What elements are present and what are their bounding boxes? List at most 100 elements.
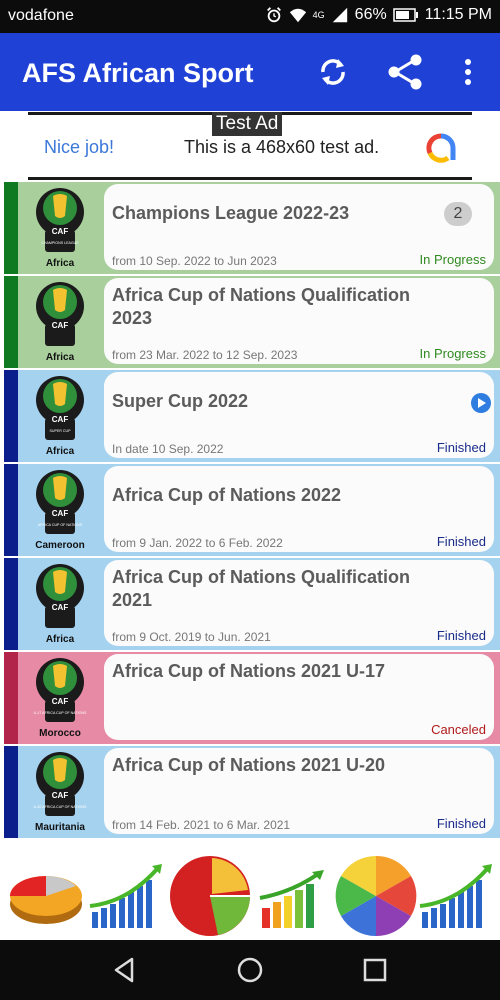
bar-arrow-icon[interactable]: [258, 870, 328, 930]
play-icon[interactable]: [470, 392, 492, 414]
competition-name: Super Cup 2022: [112, 391, 249, 411]
competition-status: In Progress: [419, 252, 486, 267]
competition-dates: from 10 Sep. 2022 to Jun 2023: [112, 254, 277, 268]
competition-logo: CAF CHAMPIONS LEAGUE: [22, 186, 98, 256]
competition-row[interactable]: CAF Africa Africa Cup of Nations Qualifica…: [4, 276, 500, 368]
competition-status: Finished: [436, 816, 486, 831]
competition-logo: CAF U-20 AFRICA CUP OF NATIONS: [22, 750, 98, 820]
ad-banner[interactable]: Test Ad Nice job! This is a 468x60 test …: [28, 112, 472, 180]
caf-trophy-icon: CAF: [36, 282, 84, 346]
logo-text: CAF: [52, 227, 69, 236]
caf-trophy-icon: CAF: [36, 564, 84, 628]
status-bar: vodafone 4G 66% 11:15 PM: [0, 0, 500, 33]
bottom-icon-strip: [0, 850, 500, 940]
share-icon: [388, 54, 422, 90]
competition-status: Finished: [436, 534, 486, 549]
status-stripe: [4, 746, 18, 838]
competition-row[interactable]: CAF U-20 AFRICA CUP OF NATIONS Mauritania A…: [4, 746, 500, 838]
host-country: Africa: [45, 446, 75, 457]
ad-headline: Nice job!: [44, 137, 115, 157]
logo-subtext: AFRICA CUP OF NATIONS: [38, 523, 83, 527]
competition-name: Champions League 2022-23: [112, 203, 350, 223]
host-country: Morocco: [39, 728, 81, 739]
status-stripe: [4, 652, 18, 744]
status-stripe: [4, 558, 18, 650]
competition-name: Africa Cup of Nations 2021 U-17: [112, 661, 386, 681]
competition-card[interactable]: Africa Cup of Nations Qualification 2023…: [104, 278, 494, 364]
growth-bars-icon[interactable]: [88, 862, 164, 930]
logo-text: CAF: [52, 603, 69, 612]
refresh-icon: [321, 59, 345, 85]
competition-card[interactable]: Champions League 2022-23 from 10 Sep. 202…: [104, 184, 494, 270]
competition-row[interactable]: CAF Africa Africa Cup of Nations Qualifica…: [4, 558, 500, 650]
logo-text: CAF: [52, 321, 69, 330]
logo-text: CAF: [52, 509, 69, 518]
caf-trophy-icon: CAF SUPER CUP: [36, 376, 84, 440]
competition-card[interactable]: Africa Cup of Nations Qualification 2021…: [104, 560, 494, 646]
competition-name: Africa Cup of Nations 2021 U-20: [112, 755, 386, 775]
competition-card[interactable]: Africa Cup of Nations 2021 U-20 from 14 F…: [104, 748, 494, 834]
back-icon[interactable]: [110, 955, 140, 985]
network-type-label: 4G: [312, 10, 325, 20]
ad-text: This is a 468x60 test ad.: [184, 137, 380, 157]
status-icons: 4G 66% 11:15 PM: [265, 6, 492, 24]
system-nav-bar: [0, 940, 500, 1000]
competition-logo: CAF SUPER CUP: [22, 374, 98, 444]
battery-percent: 66%: [354, 6, 387, 23]
matches-count-badge: 2: [444, 202, 472, 226]
refresh-button[interactable]: [312, 51, 354, 93]
caf-trophy-icon: CAF AFRICA CUP OF NATIONS: [36, 470, 84, 534]
competition-row[interactable]: CAF AFRICA CUP OF NATIONS Cameroon Africa C…: [4, 464, 500, 556]
logo-text: CAF: [52, 791, 69, 800]
host-country: Africa: [45, 352, 75, 363]
competition-name: Africa Cup of Nations 2022: [112, 485, 342, 505]
ad-logo-icon: [426, 133, 456, 163]
signal-icon: [332, 7, 347, 23]
logo-subtext: CHAMPIONS LEAGUE: [41, 241, 79, 245]
color-pie-icon[interactable]: [334, 854, 418, 938]
host-country: Mauritania: [34, 822, 85, 833]
logo-text: CAF: [52, 415, 69, 424]
status-stripe: [4, 276, 18, 368]
pie-3d-chart-icon[interactable]: [6, 862, 86, 932]
competition-name: Africa Cup of Nations Qualification 2023: [112, 285, 411, 328]
competition-row[interactable]: CAF SUPER CUP Africa Super Cup 2022 In date …: [4, 370, 500, 462]
more-vert-icon: [465, 59, 471, 85]
competition-status: Finished: [436, 440, 486, 455]
competition-logo: CAF: [22, 562, 98, 632]
host-country: Africa: [45, 634, 75, 645]
competition-dates: from 14 Feb. 2021 to 6 Mar. 2021: [112, 818, 291, 832]
logo-subtext: SUPER CUP: [50, 429, 72, 433]
logo-subtext: U-17 AFRICA CUP OF NATIONS: [34, 711, 87, 715]
competition-status: Canceled: [431, 722, 486, 737]
red-pie-icon[interactable]: [168, 854, 252, 938]
competition-logo: CAF: [22, 280, 98, 350]
competition-row[interactable]: CAF U-17 AFRICA CUP OF NATIONS Morocco Afri…: [4, 652, 500, 744]
share-button[interactable]: [384, 51, 426, 93]
recents-icon[interactable]: [360, 955, 390, 985]
caf-trophy-icon: CAF CHAMPIONS LEAGUE: [36, 188, 84, 252]
competition-row[interactable]: CAF CHAMPIONS LEAGUE Africa Champions Leagu…: [4, 182, 500, 274]
wifi-icon: [289, 8, 306, 23]
competition-dates: from 9 Oct. 2019 to Jun. 2021: [112, 630, 271, 644]
competition-card[interactable]: Super Cup 2022 In date 10 Sep. 2022 Finish…: [104, 372, 494, 458]
app-title: AFS African Sport: [22, 58, 254, 88]
competition-logo: CAF U-17 AFRICA CUP OF NATIONS: [22, 656, 98, 726]
carrier-label: vodafone: [8, 7, 74, 24]
home-icon[interactable]: [235, 955, 265, 985]
caf-trophy-icon: CAF U-20 AFRICA CUP OF NATIONS: [34, 752, 87, 816]
competition-dates: from 9 Jan. 2022 to 6 Feb. 2022: [112, 536, 283, 550]
more-options-button[interactable]: [448, 51, 488, 93]
app-bar: AFS African Sport: [0, 33, 500, 111]
competition-card[interactable]: Africa Cup of Nations 2022 from 9 Jan. 20…: [104, 466, 494, 552]
host-country: Africa: [45, 258, 75, 269]
competition-card[interactable]: Africa Cup of Nations 2021 U-17 Canceled: [104, 654, 494, 740]
logo-text: CAF: [52, 697, 69, 706]
competition-status: In Progress: [419, 346, 486, 361]
competition-status: Finished: [436, 628, 486, 643]
battery-icon: [392, 8, 418, 22]
competition-name: Africa Cup of Nations Qualification 2021: [112, 567, 411, 610]
caf-trophy-icon: CAF U-17 AFRICA CUP OF NATIONS: [34, 658, 87, 722]
competition-list[interactable]: CAF CHAMPIONS LEAGUE Africa Champions Leagu…: [0, 182, 500, 850]
growth-bars-icon[interactable]: [418, 862, 494, 930]
